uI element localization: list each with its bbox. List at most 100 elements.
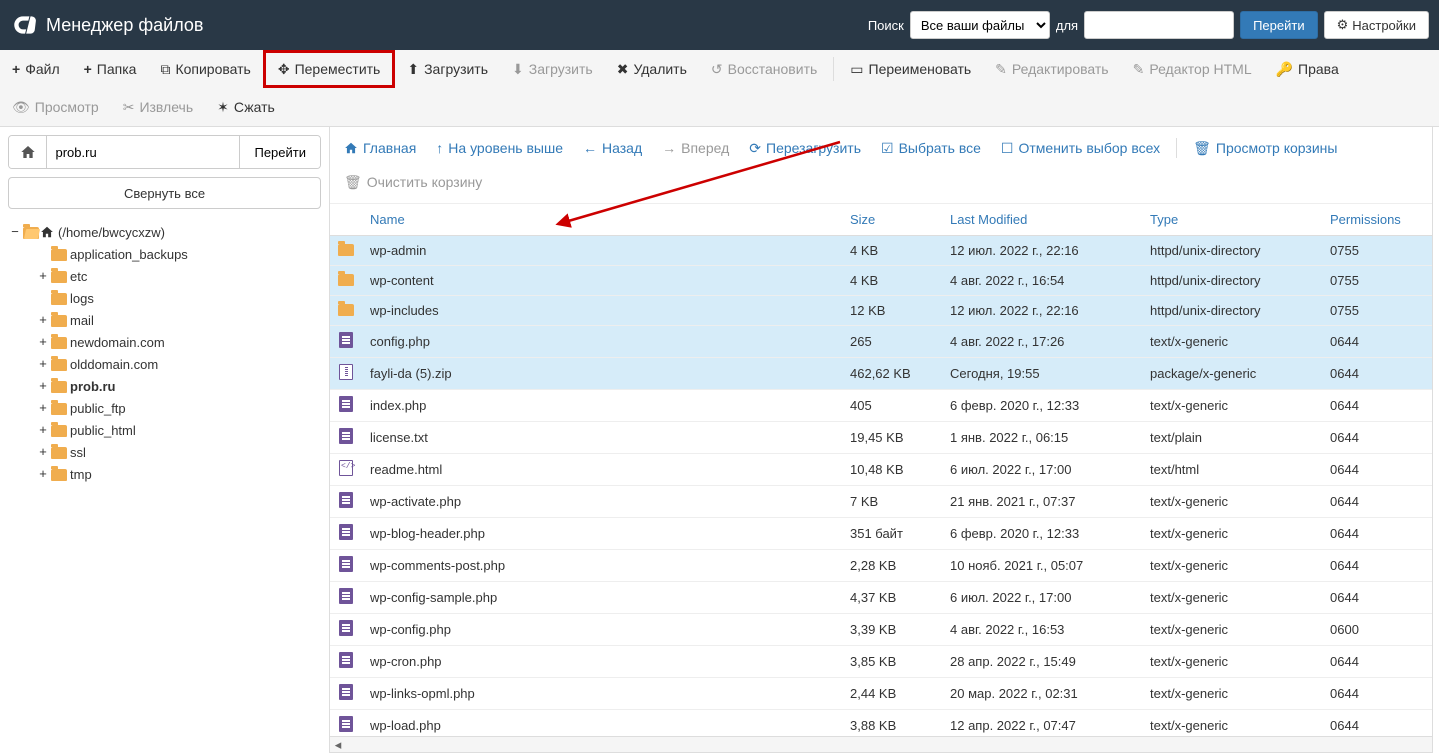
tree-toggle-icon[interactable]: + (36, 335, 50, 350)
cell-perms: 0755 (1322, 296, 1432, 326)
tree-toggle-icon[interactable]: + (36, 357, 50, 372)
path-go-button[interactable]: Перейти (239, 136, 320, 168)
table-row[interactable]: wp-links-opml.php2,44 KB20 мар. 2022 г.,… (330, 678, 1432, 710)
folder-icon (330, 266, 362, 296)
horizontal-scrollbar[interactable]: ◂ (330, 736, 1432, 752)
tree-node-label: ssl (70, 445, 86, 460)
table-row[interactable]: wp-comments-post.php2,28 KB10 нояб. 2021… (330, 550, 1432, 582)
col-modified[interactable]: Last Modified (942, 204, 1142, 236)
cell-size: 351 байт (842, 518, 942, 550)
search-scope-select[interactable]: Все ваши файлы (910, 11, 1050, 39)
table-row[interactable]: wp-cron.php3,85 KB28 апр. 2022 г., 15:49… (330, 646, 1432, 678)
table-row[interactable]: index.php4056 февр. 2020 г., 12:33text/x… (330, 390, 1432, 422)
tree-node[interactable]: +mail (36, 309, 321, 331)
ft-up-label: На уровень выше (448, 140, 563, 156)
permissions-button[interactable]: 🔑Права (1264, 50, 1351, 88)
file-panel-toolbar: Главная ↑На уровень выше ←Назад →Вперед … (330, 127, 1432, 204)
table-row[interactable]: wp-activate.php7 KB21 янв. 2021 г., 07:3… (330, 486, 1432, 518)
cell-modified: 21 янв. 2021 г., 07:37 (942, 486, 1142, 518)
table-row[interactable]: wp-includes12 KB12 июл. 2022 г., 22:16ht… (330, 296, 1432, 326)
tree-toggle-icon[interactable]: + (36, 269, 50, 284)
tree-node[interactable]: application_backups (36, 243, 321, 265)
delete-button[interactable]: ✖Удалить (605, 50, 699, 88)
ft-reload-label: Перезагрузить (766, 140, 861, 156)
cell-name: wp-admin (362, 236, 842, 266)
table-row[interactable]: wp-admin4 KB12 июл. 2022 г., 22:16httpd/… (330, 236, 1432, 266)
tree-node[interactable]: +public_ftp (36, 397, 321, 419)
compress-button[interactable]: ✶Сжать (205, 88, 287, 126)
search-go-button[interactable]: Перейти (1240, 11, 1318, 39)
tree-node[interactable]: +prob.ru (36, 375, 321, 397)
cell-modified: 10 нояб. 2021 г., 05:07 (942, 550, 1142, 582)
col-perms[interactable]: Permissions (1322, 204, 1432, 236)
tree-toggle-icon[interactable]: + (36, 313, 50, 328)
extract-button: ✂Извлечь (111, 88, 205, 126)
cell-type: text/x-generic (1142, 550, 1322, 582)
tree-node[interactable]: +etc (36, 265, 321, 287)
tree-node[interactable]: +tmp (36, 463, 321, 485)
tree-root[interactable]: − (/home/bwcycxzw) (8, 221, 321, 243)
path-home-button[interactable] (9, 136, 47, 168)
table-row[interactable]: config.php2654 авг. 2022 г., 17:26text/x… (330, 326, 1432, 358)
tree-toggle-icon[interactable]: + (36, 423, 50, 438)
cell-modified: 28 апр. 2022 г., 15:49 (942, 646, 1142, 678)
scroll-left-arrow[interactable]: ◂ (330, 737, 346, 753)
upload-button[interactable]: ⬆Загрузить (395, 50, 500, 88)
tree-toggle-icon[interactable]: + (36, 379, 50, 394)
tree-node[interactable]: + ssl (36, 441, 321, 463)
tree-toggle-icon[interactable]: − (8, 225, 22, 240)
col-icon[interactable] (330, 204, 362, 236)
table-row[interactable]: fayli-da (5).zip462,62 KBСегодня, 19:55p… (330, 358, 1432, 390)
tree-node[interactable]: +olddomain.com (36, 353, 321, 375)
plus-icon: + (84, 61, 92, 77)
col-size[interactable]: Size (842, 204, 942, 236)
tree-node[interactable]: logs (36, 287, 321, 309)
restore-label: Восстановить (728, 61, 818, 77)
table-row[interactable]: wp-load.php3,88 KB12 апр. 2022 г., 07:47… (330, 710, 1432, 737)
ft-home-button[interactable]: Главная (334, 133, 426, 163)
table-row[interactable]: wp-config-sample.php4,37 KB6 июл. 2022 г… (330, 582, 1432, 614)
cell-perms: 0644 (1322, 678, 1432, 710)
path-bar: Перейти (8, 135, 321, 169)
ft-select-all-button[interactable]: ☑Выбрать все (871, 133, 991, 163)
rename-button[interactable]: ▭Переименовать (838, 50, 983, 88)
folder-icon (330, 236, 362, 266)
folder-tree: − (/home/bwcycxzw) application_backups+e… (0, 217, 329, 753)
copy-button[interactable]: ⧉Копировать (148, 50, 262, 88)
ft-unselect-all-button[interactable]: ☐Отменить выбор всех (991, 133, 1170, 163)
ft-reload-button[interactable]: ⟳Перезагрузить (739, 133, 871, 163)
cell-name: wp-comments-post.php (362, 550, 842, 582)
table-row[interactable]: wp-blog-header.php351 байт6 февр. 2020 г… (330, 518, 1432, 550)
tree-node[interactable]: +newdomain.com (36, 331, 321, 353)
table-row[interactable]: readme.html10,48 KB6 июл. 2022 г., 17:00… (330, 454, 1432, 486)
table-row[interactable]: license.txt19,45 KB1 янв. 2022 г., 06:15… (330, 422, 1432, 454)
tree-node[interactable]: +public_html (36, 419, 321, 441)
move-button[interactable]: ✥Переместить (263, 50, 396, 88)
search-label: Поиск (868, 18, 904, 33)
search-input[interactable] (1084, 11, 1234, 39)
table-row[interactable]: wp-config.php3,39 KB4 авг. 2022 г., 16:5… (330, 614, 1432, 646)
settings-button[interactable]: ⚙ Настройки (1324, 11, 1429, 39)
cell-name: wp-load.php (362, 710, 842, 737)
ft-separator (1176, 138, 1177, 158)
folder-icon (50, 401, 68, 415)
folder-icon (50, 445, 68, 459)
ft-back-button[interactable]: ←Назад (573, 133, 652, 163)
tree-toggle-icon[interactable]: + (36, 401, 50, 416)
tree-toggle-icon[interactable]: + (36, 445, 50, 460)
col-type[interactable]: Type (1142, 204, 1322, 236)
cell-name: wp-content (362, 266, 842, 296)
new-folder-button[interactable]: +Папка (72, 50, 149, 88)
file-table-wrap[interactable]: Name Size Last Modified Type Permissions… (330, 204, 1432, 736)
col-name[interactable]: Name (362, 204, 842, 236)
cell-perms: 0644 (1322, 390, 1432, 422)
tree-toggle-icon[interactable]: + (36, 467, 50, 482)
new-file-button[interactable]: +Файл (0, 50, 72, 88)
ft-view-trash-button[interactable]: 🗑Просмотр корзины (1183, 133, 1347, 163)
table-row[interactable]: wp-content4 KB4 авг. 2022 г., 16:54httpd… (330, 266, 1432, 296)
folder-icon (50, 291, 68, 305)
collapse-all-button[interactable]: Свернуть все (8, 177, 321, 209)
file-icon (330, 582, 362, 614)
ft-up-button[interactable]: ↑На уровень выше (426, 133, 573, 163)
path-input[interactable] (47, 136, 239, 168)
